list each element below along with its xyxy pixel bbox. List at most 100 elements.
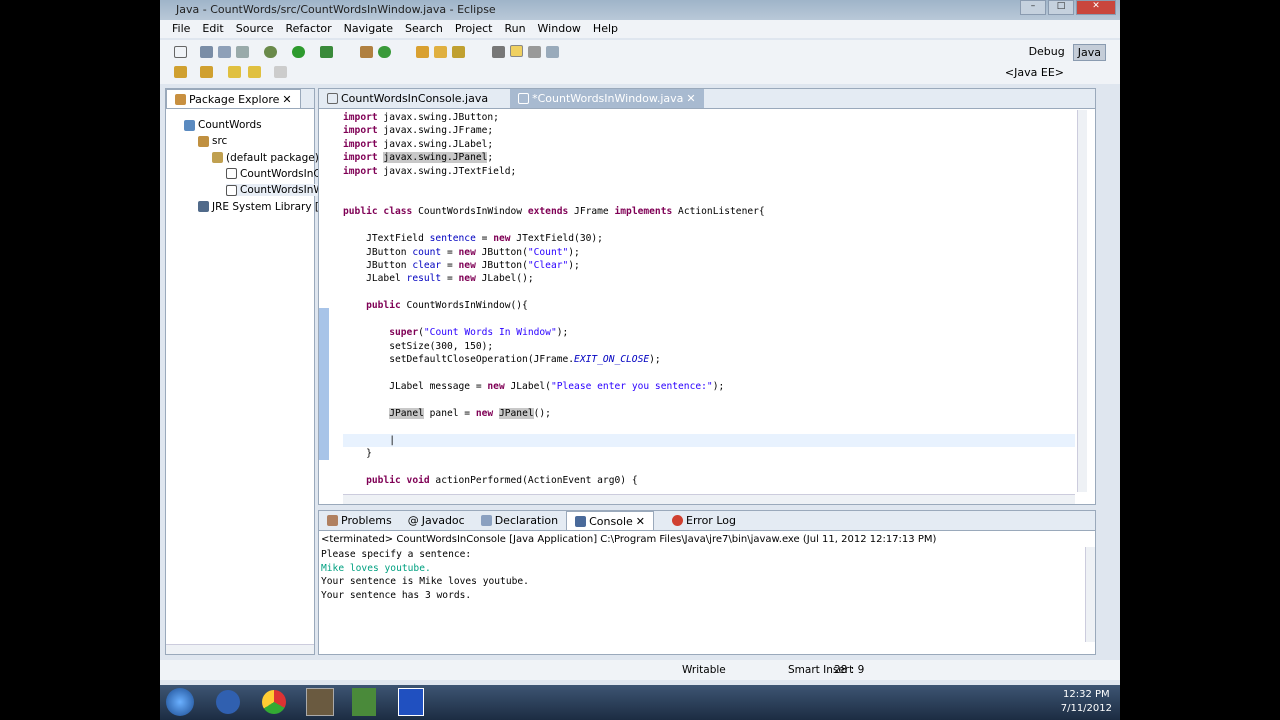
menu-run[interactable]: Run xyxy=(498,20,531,38)
code-token: new xyxy=(475,407,494,419)
code-token: javax.swing.JFrame; xyxy=(377,125,494,137)
code-token: panel = xyxy=(423,407,476,419)
code-token: ); xyxy=(649,354,661,366)
code-token: ); xyxy=(568,259,580,271)
tab-package-explorer[interactable]: Package Explore ✕ xyxy=(166,89,301,108)
code-token: "Count Words In Window" xyxy=(423,327,557,339)
tree-node[interactable]: (default package) xyxy=(212,152,319,164)
tab-label: Package Explore xyxy=(189,92,280,106)
menu-help[interactable]: Help xyxy=(587,20,624,38)
close-icon[interactable]: ✕ xyxy=(636,515,645,528)
console-line: Your sentence has 3 words. xyxy=(321,589,472,601)
code-area[interactable]: import javax.swing.JButton; import javax.… xyxy=(343,110,1075,490)
horizontal-scrollbar[interactable] xyxy=(166,644,314,654)
tab-declaration[interactable]: Declaration xyxy=(473,511,566,530)
show-whitespace-icon[interactable] xyxy=(546,46,559,58)
maximize-button[interactable]: □ xyxy=(1048,0,1074,15)
menu-navigate[interactable]: Navigate xyxy=(338,20,399,38)
annotation-icon[interactable] xyxy=(492,46,505,58)
ie-icon[interactable] xyxy=(216,690,240,714)
code-token: } xyxy=(343,448,372,460)
tree-node[interactable]: CountWords xyxy=(184,119,262,131)
notepad-icon[interactable] xyxy=(352,688,376,716)
editor: CountWordsInConsole.java *CountWordsInWi… xyxy=(318,88,1096,505)
tab-label: CountWordsInConsole.java xyxy=(341,92,489,105)
menu-refactor[interactable]: Refactor xyxy=(280,20,338,38)
new-class-icon[interactable] xyxy=(378,46,391,58)
mark-occurrences-icon[interactable] xyxy=(510,45,523,57)
system-clock[interactable]: 12:32 PM 7/11/2012 xyxy=(1061,688,1112,716)
code-token: javax.swing.JTextField; xyxy=(377,165,517,177)
horizontal-scrollbar[interactable] xyxy=(343,494,1075,504)
perspective-java-ee[interactable]: <Java EE> xyxy=(1005,66,1064,79)
tree-node[interactable]: CountWordsInCor xyxy=(226,168,331,180)
tab-label: Javadoc xyxy=(421,514,465,527)
block-select-icon[interactable] xyxy=(528,46,541,58)
code-token: result xyxy=(406,273,442,285)
save-icon[interactable] xyxy=(200,46,213,58)
code-line: super("Count Words In Window"); xyxy=(343,326,1075,339)
new-icon[interactable] xyxy=(174,46,187,58)
tree-node-label: src xyxy=(212,135,228,148)
new-package-icon[interactable] xyxy=(360,46,373,58)
tab-javadoc[interactable]: @ Javadoc xyxy=(400,511,473,530)
code-token: = xyxy=(441,246,459,258)
close-icon[interactable]: ✕ xyxy=(686,92,695,105)
code-line: import javax.swing.JLabel; xyxy=(343,138,1075,151)
search-icon[interactable] xyxy=(452,46,465,58)
tab-error-log[interactable]: Error Log xyxy=(664,511,744,530)
menu-search[interactable]: Search xyxy=(399,20,449,38)
prev-annotation-icon[interactable] xyxy=(200,66,213,78)
perspective-java[interactable]: Java xyxy=(1072,44,1106,61)
eclipse-taskbar-icon[interactable] xyxy=(306,688,334,716)
menu-file[interactable]: File xyxy=(166,20,196,38)
code-line: JLabel result = new JLabel(); xyxy=(343,272,1075,285)
app-icon[interactable] xyxy=(398,688,424,716)
start-button[interactable] xyxy=(166,688,194,716)
chrome-icon[interactable] xyxy=(262,690,286,714)
next-annotation-icon[interactable] xyxy=(174,66,187,78)
close-button[interactable]: ✕ xyxy=(1076,0,1116,15)
open-task-icon[interactable] xyxy=(434,46,447,58)
vertical-scrollbar[interactable] xyxy=(1077,110,1087,492)
menu-source[interactable]: Source xyxy=(230,20,280,38)
last-edit-icon[interactable] xyxy=(228,66,241,78)
back-icon[interactable] xyxy=(248,66,261,78)
tab-label: Error Log xyxy=(686,514,736,527)
menu-window[interactable]: Window xyxy=(532,20,587,38)
tab-countwordsinconsole[interactable]: CountWordsInConsole.java xyxy=(319,89,496,108)
code-token: import xyxy=(343,112,378,123)
open-type-icon[interactable] xyxy=(416,46,429,58)
console-output[interactable]: Please specify a sentence: Mike loves you… xyxy=(321,548,529,602)
debug-icon[interactable] xyxy=(264,46,277,58)
code-line: public void actionPerformed(ActionEvent … xyxy=(343,474,1075,487)
tab-countwordsinwindow[interactable]: *CountWordsInWindow.java ✕ xyxy=(510,89,704,108)
package-explorer-icon xyxy=(175,93,186,105)
vertical-scrollbar[interactable] xyxy=(1085,547,1095,642)
tab-console[interactable]: Console ✕ xyxy=(566,511,655,530)
minimize-button[interactable]: – xyxy=(1020,0,1046,15)
close-icon[interactable]: ✕ xyxy=(282,93,291,106)
menu-edit[interactable]: Edit xyxy=(196,20,229,38)
tree-node[interactable]: src xyxy=(198,135,227,147)
at-icon: @ xyxy=(407,514,419,527)
forward-icon[interactable] xyxy=(274,66,287,78)
code-token: super xyxy=(389,327,419,339)
external-tools-icon[interactable] xyxy=(320,46,333,58)
status-cursor-position: 28 : 9 xyxy=(834,664,865,676)
tab-problems[interactable]: Problems xyxy=(319,511,400,530)
run-icon[interactable] xyxy=(292,46,305,58)
console-panel: Problems @ Javadoc Declaration Console ✕ … xyxy=(318,510,1096,655)
code-token: "Clear" xyxy=(527,259,569,271)
print-icon[interactable] xyxy=(236,46,249,58)
code-token: clear xyxy=(412,259,442,271)
console-icon xyxy=(575,515,587,527)
code-token: | xyxy=(343,434,395,446)
menu-project[interactable]: Project xyxy=(449,20,499,38)
save-all-icon[interactable] xyxy=(218,46,231,58)
perspective-debug[interactable]: Debug xyxy=(1025,44,1069,61)
